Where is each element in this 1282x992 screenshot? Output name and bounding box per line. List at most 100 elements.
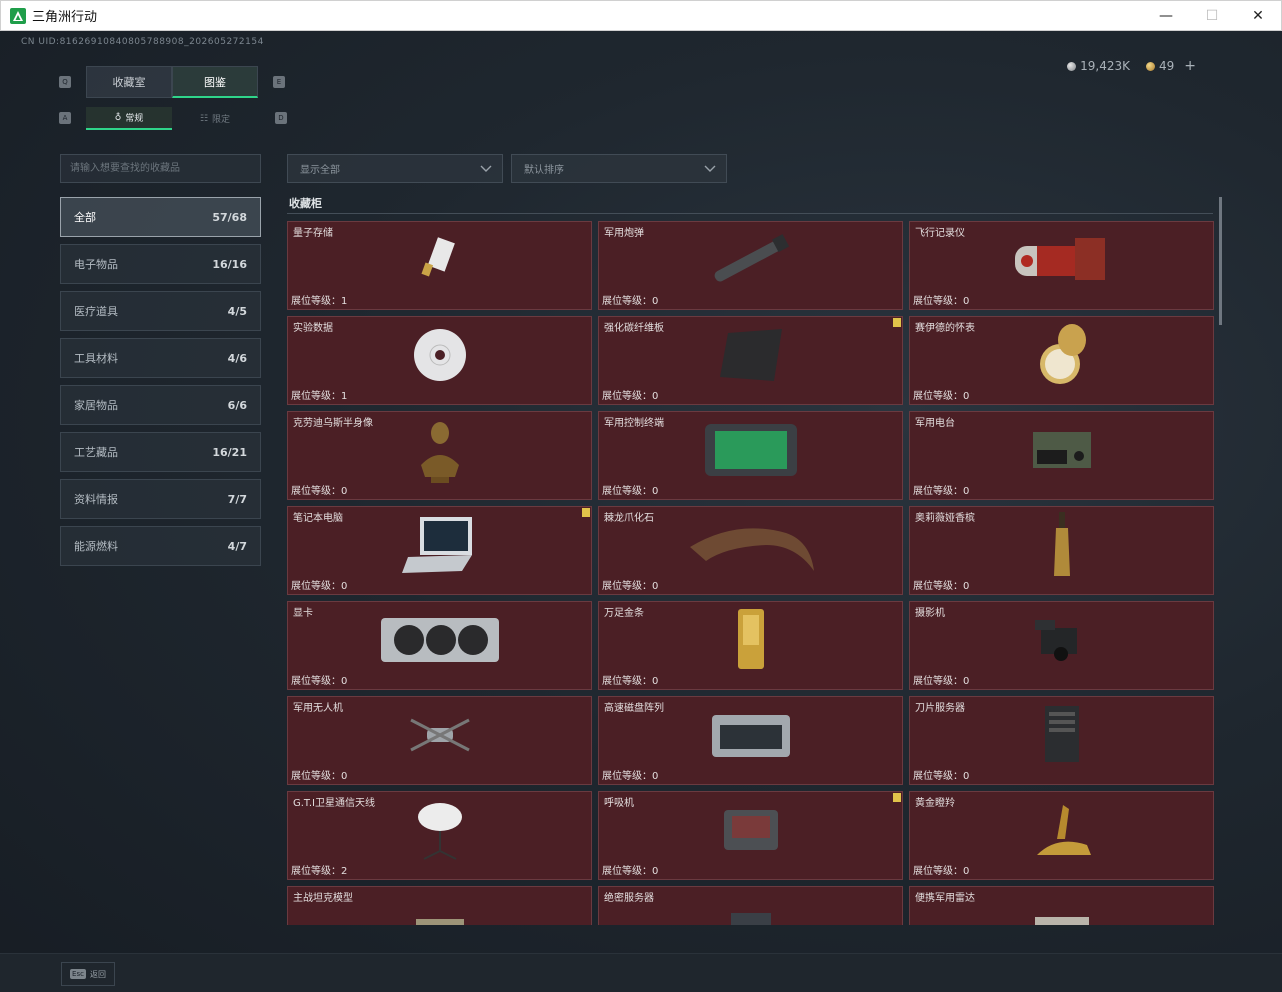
category-label: 工具材料 [74,352,118,365]
level-value: 2 [341,866,348,877]
search-input[interactable] [60,154,261,183]
category-item[interactable]: 家居物品 6/6 [60,385,261,425]
gold-coin-icon [1145,61,1155,71]
level-prefix: 展位等级： [913,676,963,687]
item-level: 展位等级：1 [291,387,347,402]
pocket-watch-icon [1032,320,1092,394]
collection-card[interactable]: 棘龙爪化石 展位等级：0 [598,506,903,595]
item-name: 绝密服务器 [604,893,654,904]
esc-key-hint: Esc [70,969,86,979]
category-item[interactable]: 工艺藏品 16/21 [60,432,261,472]
collection-card[interactable]: 刀片服务器 展位等级：0 [909,696,1214,785]
display-filter-dropdown[interactable]: 显示全部 [287,154,503,183]
category-item[interactable]: 能源燃料 4/7 [60,526,261,566]
item-name: 黄金瞪羚 [915,798,955,809]
new-flag-icon [582,508,590,517]
level-value: 1 [341,391,348,402]
category-label: 家居物品 [74,399,118,412]
collection-card[interactable]: 量子存储 展位等级：1 [287,221,592,310]
collection-card[interactable]: 军用电台 展位等级：0 [909,411,1214,500]
silver-currency: 19,423K [1067,59,1130,73]
back-label: 返回 [89,969,106,979]
subtab-prev-key-hint: A [59,112,71,124]
collection-card[interactable]: 便携军用雷达 [909,886,1214,925]
item-name: 军用炮弹 [604,228,644,239]
item-level: 展位等级：0 [913,767,969,782]
chevron-down-icon [704,165,716,172]
item-level: 展位等级：0 [913,292,969,307]
level-prefix: 展位等级： [291,771,341,782]
collection-card[interactable]: 军用炮弹 展位等级：0 [598,221,903,310]
add-currency-button[interactable]: + [1184,58,1196,74]
new-flag-icon [893,318,901,327]
item-level: 展位等级：2 [291,862,347,877]
category-label: 电子物品 [74,258,118,271]
collection-card[interactable]: 军用控制终端 展位等级：0 [598,411,903,500]
gold-bar-icon [734,607,768,677]
maximize-button[interactable]: ☐ [1189,1,1235,31]
item-name: 奥莉薇娅香槟 [915,513,975,524]
tab-collection-room[interactable]: 收藏室 [86,66,172,98]
carbon-plate-icon [716,325,786,389]
collection-card[interactable]: 摄影机 展位等级：0 [909,601,1214,690]
disc-icon [410,325,470,389]
category-list: 全部 57/68 电子物品 16/16 医疗道具 4/5 工具材料 4/6 家居物品 6/6 工艺藏… [60,197,261,573]
sort-dropdown[interactable]: 默认排序 [511,154,727,183]
level-prefix: 展位等级： [913,391,963,402]
tank-model-icon [410,905,470,925]
subtab-limited[interactable]: ☷ 限定 [172,107,258,130]
level-value: 0 [963,676,970,687]
collection-card[interactable]: G.T.I卫星通信天线 展位等级：2 [287,791,592,880]
level-value: 0 [341,486,348,497]
minimize-button[interactable]: — [1143,1,1189,31]
currency-bar: 19,423K 49 + [1067,58,1196,74]
category-count: 16/21 [212,445,247,459]
collection-card[interactable]: 呼吸机 展位等级：0 [598,791,903,880]
sort-value: 默认排序 [524,165,564,176]
level-value: 0 [963,866,970,877]
level-prefix: 展位等级： [602,581,652,592]
level-prefix: 展位等级： [913,296,963,307]
collection-card[interactable]: 奥莉薇娅香槟 展位等级：0 [909,506,1214,595]
level-value: 0 [341,676,348,687]
collection-card[interactable]: 显卡 展位等级：0 [287,601,592,690]
category-item[interactable]: 资料情报 7/7 [60,479,261,519]
category-item[interactable]: 电子物品 16/16 [60,244,261,284]
level-value: 0 [963,771,970,782]
satellite-dish-icon [410,797,470,867]
collection-card[interactable]: 飞行记录仪 展位等级：0 [909,221,1214,310]
collection-card[interactable]: 绝密服务器 [598,886,903,925]
item-level: 展位等级：1 [291,292,347,307]
new-flag-icon [893,793,901,802]
category-item[interactable]: 全部 57/68 [60,197,261,237]
item-name: 实验数据 [293,323,333,334]
level-prefix: 展位等级： [913,866,963,877]
cabinet-scrollbar[interactable] [1219,197,1222,325]
collection-card[interactable]: 高速磁盘阵列 展位等级：0 [598,696,903,785]
level-value: 0 [652,296,659,307]
category-item[interactable]: 医疗道具 4/5 [60,291,261,331]
item-name: 强化碳纤维板 [604,323,664,334]
category-item[interactable]: 工具材料 4/6 [60,338,261,378]
item-level: 展位等级：0 [602,672,658,687]
level-prefix: 展位等级： [291,676,341,687]
collection-card[interactable]: 军用无人机 展位等级：0 [287,696,592,785]
window-title: 三角洲行动 [32,10,98,25]
item-name: 主战坦克模型 [293,893,353,904]
level-value: 0 [652,486,659,497]
item-level: 展位等级：0 [602,387,658,402]
close-button[interactable]: ✕ [1235,1,1281,31]
collection-card[interactable]: 黄金瞪羚展位等级：0 [909,791,1214,880]
back-button[interactable]: Esc 返回 [61,962,115,986]
collection-card[interactable]: 赛伊德的怀表 展位等级：0 [909,316,1214,405]
collection-card[interactable]: 主战坦克模型 [287,886,592,925]
tab-catalog[interactable]: 图鉴 [172,66,258,98]
collection-card[interactable]: 实验数据展位等级：1 [287,316,592,405]
collection-card[interactable]: 万足金条 展位等级：0 [598,601,903,690]
tab-next-key-hint: E [273,76,285,88]
level-prefix: 展位等级： [291,486,341,497]
collection-card[interactable]: 强化碳纤维板展位等级：0 [598,316,903,405]
collection-card[interactable]: 笔记本电脑 展位等级：0 [287,506,592,595]
collection-card[interactable]: 克劳迪乌斯半身像 展位等级：0 [287,411,592,500]
subtab-regular[interactable]: ♁ 常规 [86,107,172,130]
